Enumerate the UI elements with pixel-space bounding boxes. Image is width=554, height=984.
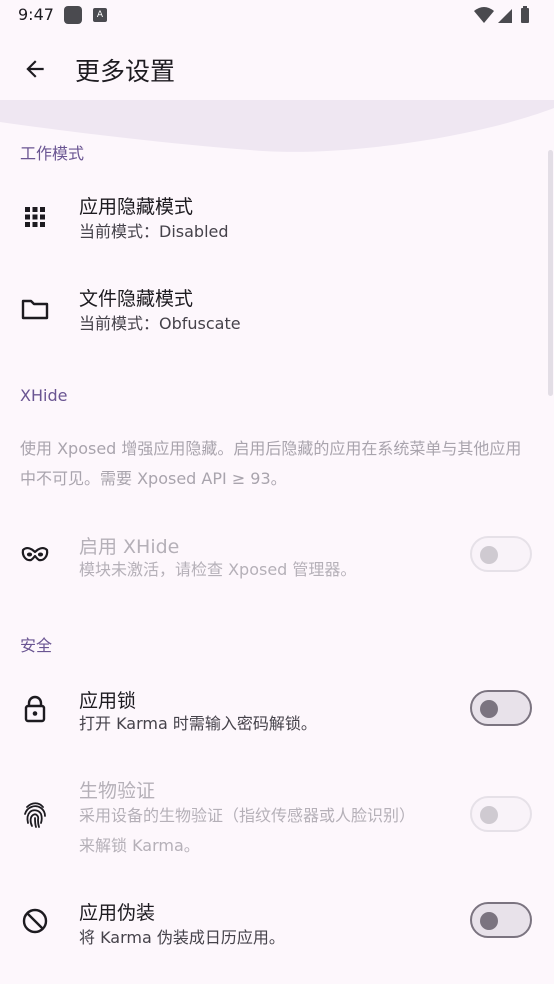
xhide-description: 使用 Xposed 增强应用隐藏。启用后隐藏的应用在系统菜单与其他应用中不可见。…: [20, 439, 522, 488]
fingerprint-icon: [20, 800, 50, 830]
app-lock-toggle[interactable]: [470, 690, 532, 726]
apps-grid-icon: [20, 202, 50, 232]
status-bar: 9:47 A: [0, 0, 554, 30]
item-subtitle: 模块未激活，请检查 Xposed 管理器。: [79, 560, 357, 579]
section-header-security: 安全: [20, 636, 53, 655]
status-time: 9:47: [18, 5, 54, 24]
item-subtitle-line2: 来解锁 Karma。: [79, 836, 200, 855]
wifi-icon: [474, 7, 494, 23]
item-title: 应用伪装: [79, 902, 156, 924]
item-title: 文件隐藏模式: [79, 288, 194, 310]
switch-thumb: [480, 700, 498, 718]
arrow-back-icon: [26, 60, 44, 78]
section-header-work-mode: 工作模式: [20, 144, 85, 163]
folder-icon: [20, 294, 50, 324]
mask-icon: [20, 540, 50, 570]
xhide-toggle[interactable]: [470, 536, 532, 572]
back-button[interactable]: [12, 46, 58, 92]
list-item-app-disguise[interactable]: 应用伪装 将 Karma 伪装成日历应用。: [0, 884, 554, 964]
list-item-file-hide-mode[interactable]: 文件隐藏模式 当前模式：Obfuscate: [0, 270, 554, 354]
switch-thumb: [480, 806, 498, 824]
app-disguise-toggle[interactable]: [470, 902, 532, 938]
scrollbar[interactable]: [548, 150, 553, 396]
app-bar: 更多设置: [0, 36, 554, 102]
item-title: 应用隐藏模式: [79, 196, 194, 218]
item-title: 启用 XHide: [79, 536, 180, 558]
item-subtitle: 当前模式：Disabled: [79, 222, 229, 241]
item-title: 应用锁: [79, 690, 137, 712]
item-subtitle: 将 Karma 伪装成日历应用。: [79, 928, 285, 947]
app-notification-icon: [64, 6, 82, 24]
list-item-enable-xhide[interactable]: 启用 XHide 模块未激活，请检查 Xposed 管理器。: [0, 518, 554, 594]
item-title: 生物验证: [79, 780, 156, 802]
list-item-app-lock[interactable]: 应用锁 打开 Karma 时需输入密码解锁。: [0, 672, 554, 752]
battery-icon: [521, 6, 529, 23]
lock-icon: [20, 694, 50, 724]
switch-thumb: [480, 912, 498, 930]
signal-icon: [498, 9, 512, 23]
item-subtitle: 当前模式：Obfuscate: [79, 314, 241, 333]
section-header-xhide: XHide: [20, 386, 68, 405]
disguise-icon: [20, 906, 50, 936]
biometric-toggle[interactable]: [470, 796, 532, 832]
list-item-app-hide-mode[interactable]: 应用隐藏模式 当前模式：Disabled: [0, 178, 554, 262]
item-subtitle: 打开 Karma 时需输入密码解锁。: [79, 714, 317, 733]
switch-thumb: [480, 546, 498, 564]
status-right-icons: [474, 6, 529, 23]
page-title: 更多设置: [75, 57, 176, 86]
list-item-biometric[interactable]: 生物验证 采用设备的生物验证（指纹传感器或人脸识别） 来解锁 Karma。: [0, 764, 554, 864]
a-notification-icon: A: [93, 8, 107, 22]
item-subtitle-line1: 采用设备的生物验证（指纹传感器或人脸识别）: [79, 806, 416, 825]
